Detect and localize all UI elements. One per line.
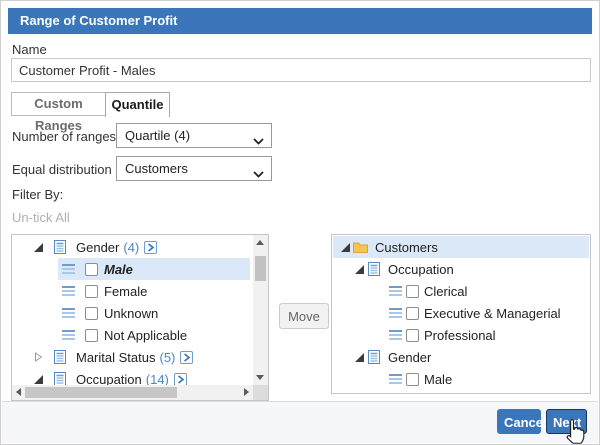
vertical-scrollbar[interactable] xyxy=(253,235,268,385)
tree-item-label: Customers xyxy=(375,240,438,255)
tree-item-label: Male xyxy=(424,372,452,387)
expand-arrow-icon[interactable] xyxy=(144,241,157,254)
expanded-triangle-icon[interactable] xyxy=(34,375,43,384)
tree-item-gender[interactable]: Gender (4) xyxy=(12,236,253,258)
tree-item-professional[interactable]: Professional xyxy=(332,324,590,346)
tree-item-label: Female xyxy=(104,284,147,299)
drag-handle-icon[interactable] xyxy=(389,374,402,384)
number-of-ranges-label: Number of ranges xyxy=(12,129,116,144)
equal-distribution-value: Customers xyxy=(125,161,188,176)
tree-item-label: Gender xyxy=(388,350,431,365)
drag-handle-icon[interactable] xyxy=(389,286,402,296)
move-button[interactable]: Move xyxy=(279,303,329,329)
cancel-button[interactable]: Cancel xyxy=(497,409,541,434)
checkbox[interactable] xyxy=(406,307,419,320)
right-tree: Customers Occupation Clerical xyxy=(332,236,590,393)
tree-item-female[interactable]: Female xyxy=(12,280,253,302)
selected-filters-panel: Customers Occupation Clerical xyxy=(331,234,591,394)
tree-item-count: (14) xyxy=(146,372,169,386)
tab-custom-ranges[interactable]: Custom Ranges xyxy=(11,92,106,116)
available-attributes-panel: Gender (4) Male Female xyxy=(11,234,269,401)
scroll-left-icon[interactable] xyxy=(16,388,21,396)
tree-item-label: Gender xyxy=(76,240,119,255)
checkbox[interactable] xyxy=(406,373,419,386)
tree-item-occupation[interactable]: Occupation (14) xyxy=(12,368,253,385)
expanded-triangle-icon[interactable] xyxy=(355,353,364,362)
horizontal-scrollbar[interactable] xyxy=(12,385,253,400)
tree-item-not-applicable[interactable]: Not Applicable xyxy=(12,324,253,346)
tree-item-male-selected[interactable]: Male xyxy=(332,368,590,390)
left-tree: Gender (4) Male Female xyxy=(12,236,253,385)
checkbox[interactable] xyxy=(85,307,98,320)
dropdown-chevron-icon xyxy=(253,133,264,148)
tree-item-label: Marital Status xyxy=(76,350,155,365)
vertical-scroll-thumb[interactable] xyxy=(255,256,266,281)
dimension-list-icon xyxy=(368,350,380,364)
tree-item-count: (4) xyxy=(123,240,139,255)
drag-handle-icon[interactable] xyxy=(62,286,75,296)
tree-item-gender-group[interactable]: Gender xyxy=(332,346,590,368)
tree-item-executive-managerial[interactable]: Executive & Managerial xyxy=(332,302,590,324)
dimension-list-icon xyxy=(54,240,66,254)
scrollbar-corner xyxy=(253,385,268,400)
untick-all-link[interactable]: Un-tick All xyxy=(12,210,70,225)
equal-distribution-label: Equal distribution of xyxy=(12,162,126,177)
folder-icon xyxy=(353,241,368,253)
expanded-triangle-icon[interactable] xyxy=(341,243,350,252)
name-input[interactable] xyxy=(11,58,591,82)
drag-handle-icon[interactable] xyxy=(389,308,402,318)
equal-distribution-select[interactable]: Customers xyxy=(116,156,272,181)
scroll-up-icon[interactable] xyxy=(256,240,264,245)
scroll-right-icon[interactable] xyxy=(244,388,249,396)
tree-item-male[interactable]: Male xyxy=(12,258,253,280)
horizontal-scroll-thumb[interactable] xyxy=(25,387,177,398)
dropdown-chevron-icon xyxy=(253,166,264,181)
range-dialog: Range of Customer Profit Name Custom Ran… xyxy=(0,0,600,445)
expand-arrow-icon[interactable] xyxy=(174,373,187,386)
tree-item-count: (5) xyxy=(159,350,175,365)
dimension-list-icon xyxy=(54,350,66,364)
tree-item-marital-status[interactable]: Marital Status (5) xyxy=(12,346,253,368)
tree-item-label: Professional xyxy=(424,328,496,343)
checkbox[interactable] xyxy=(85,285,98,298)
drag-handle-icon[interactable] xyxy=(62,308,75,318)
tree-item-customers[interactable]: Customers xyxy=(332,236,590,258)
tree-item-label: Male xyxy=(104,262,133,277)
tree-item-label: Not Applicable xyxy=(104,328,187,343)
tab-quantile[interactable]: Quantile xyxy=(105,92,170,117)
drag-handle-icon[interactable] xyxy=(389,330,402,340)
tree-item-occupation-group[interactable]: Occupation xyxy=(332,258,590,280)
drag-handle-icon[interactable] xyxy=(62,264,75,274)
drag-handle-icon[interactable] xyxy=(62,330,75,340)
dimension-list-icon xyxy=(54,372,66,385)
checkbox[interactable] xyxy=(85,263,98,276)
selection-highlight xyxy=(333,236,589,258)
tree-item-label: Clerical xyxy=(424,284,467,299)
dialog-title: Range of Customer Profit xyxy=(8,8,592,34)
name-label: Name xyxy=(12,42,47,57)
expanded-triangle-icon[interactable] xyxy=(355,265,364,274)
tree-item-clerical[interactable]: Clerical xyxy=(332,280,590,302)
tree-item-label: Unknown xyxy=(104,306,158,321)
filter-by-label: Filter By: xyxy=(12,187,63,202)
tree-item-unknown[interactable]: Unknown xyxy=(12,302,253,324)
dialog-footer: Cancel Next xyxy=(2,401,598,443)
mouse-cursor xyxy=(564,418,586,445)
expand-arrow-icon[interactable] xyxy=(180,351,193,364)
tree-item-label: Occupation xyxy=(76,372,142,386)
number-of-ranges-select[interactable]: Quartile (4) xyxy=(116,123,272,148)
tree-item-label: Occupation xyxy=(388,262,454,277)
checkbox[interactable] xyxy=(406,329,419,342)
checkbox[interactable] xyxy=(406,285,419,298)
collapsed-triangle-icon[interactable] xyxy=(34,352,43,362)
number-of-ranges-value: Quartile (4) xyxy=(125,128,190,143)
expanded-triangle-icon[interactable] xyxy=(34,243,43,252)
dimension-list-icon xyxy=(368,262,380,276)
scroll-down-icon[interactable] xyxy=(256,375,264,380)
tree-item-label: Executive & Managerial xyxy=(424,306,561,321)
checkbox[interactable] xyxy=(85,329,98,342)
